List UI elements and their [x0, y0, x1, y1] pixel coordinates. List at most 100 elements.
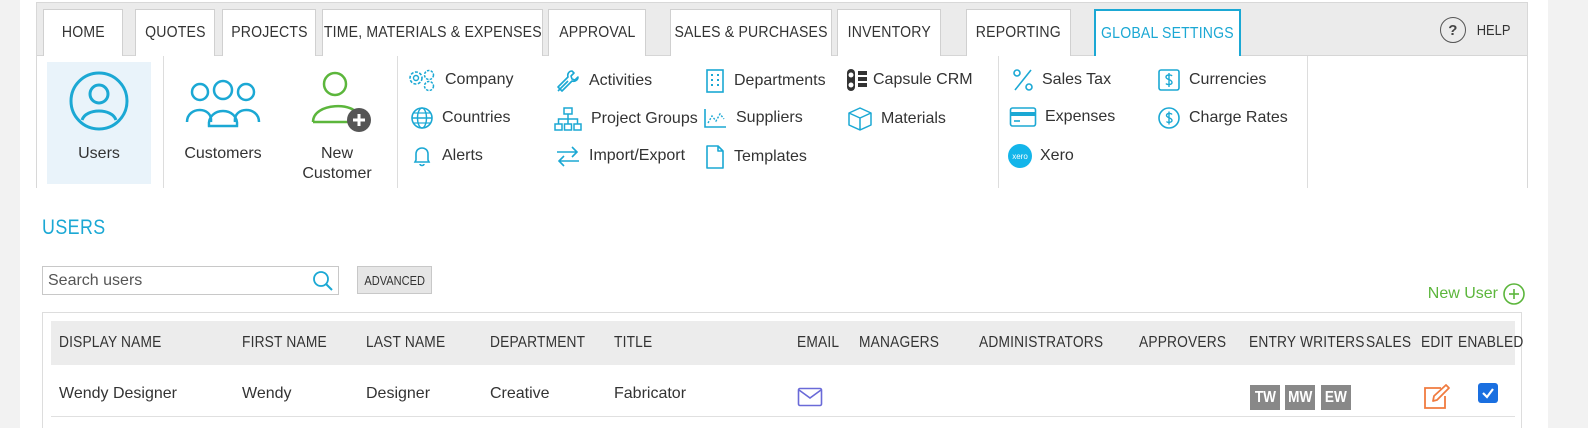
submenu-materials[interactable]: Materials [847, 106, 946, 132]
submenu-currencies-label: Currencies [1189, 71, 1267, 88]
enabled-checkbox[interactable] [1478, 383, 1498, 403]
col-last-name[interactable]: LAST NAME [366, 334, 445, 352]
help-link[interactable]: ? HELP [1439, 17, 1513, 43]
cell-display-name: Wendy Designer [59, 385, 177, 402]
submenu-currencies[interactable]: Currencies [1157, 68, 1266, 92]
submenu-departments[interactable]: Departments [704, 68, 826, 94]
entry-writer-badge-ew[interactable]: EW [1321, 385, 1351, 410]
bell-icon [413, 147, 431, 167]
tab-bar: HOME QUOTES PROJECTS TIME, MATERIALS & E… [37, 3, 1527, 57]
submenu-sales-tax[interactable]: Sales Tax [1012, 68, 1111, 92]
submenu-company[interactable]: Company [407, 68, 513, 92]
group-icon [185, 79, 261, 128]
dollar-note-icon [1158, 69, 1180, 91]
credit-card-icon [1009, 107, 1037, 127]
tab-quotes[interactable]: QUOTES [135, 9, 215, 56]
tab-home[interactable]: HOME [43, 9, 123, 56]
search-box [42, 266, 339, 295]
col-department[interactable]: DEPARTMENT [490, 334, 585, 352]
submenu-activities[interactable]: Activities [555, 68, 652, 94]
globe-icon [411, 107, 433, 129]
col-edit[interactable]: EDIT [1421, 334, 1453, 352]
top-navigation: HOME QUOTES PROJECTS TIME, MATERIALS & E… [36, 2, 1528, 188]
col-administrators[interactable]: ADMINISTRATORS [979, 334, 1103, 352]
col-approvers[interactable]: APPROVERS [1139, 334, 1226, 352]
table-header: DISPLAY NAME FIRST NAME LAST NAME DEPART… [51, 321, 1523, 365]
col-display-name[interactable]: DISPLAY NAME [59, 334, 162, 352]
tab-reporting[interactable]: REPORTING [966, 9, 1071, 56]
gears-icon [409, 69, 435, 92]
submenu-capsule-crm[interactable]: Capsule CRM [845, 67, 973, 93]
col-sales[interactable]: SALES [1366, 334, 1411, 352]
submenu-suppliers[interactable]: Suppliers [702, 106, 803, 130]
submenu-activities-label: Activities [589, 72, 653, 89]
submenu-new-customer[interactable]: New Customer [285, 62, 389, 184]
cell-last-name: Designer [366, 385, 431, 402]
table-row[interactable]: Wendy Designer Wendy Designer Creative F… [51, 369, 1515, 417]
submenu-project-groups-label: Project Groups [591, 110, 698, 127]
tab-approval[interactable]: APPROVAL [548, 9, 646, 56]
advanced-button[interactable]: ADVANCED [357, 266, 432, 294]
email-icon[interactable] [797, 387, 823, 407]
submenu-charge-rates-label: Charge Rates [1189, 109, 1288, 126]
submenu-customers[interactable]: Customers [171, 62, 275, 184]
checkmark-icon [1482, 388, 1494, 399]
percent-icon [1013, 69, 1033, 91]
col-email[interactable]: EMAIL [797, 334, 839, 352]
settings-submenu: Users Customers New Customer Company Cou… [37, 56, 1527, 188]
submenu-users[interactable]: Users [47, 62, 151, 184]
submenu-customers-label: Customers [184, 145, 262, 162]
new-user-button[interactable]: New User [1428, 282, 1526, 306]
divider [397, 56, 398, 188]
tab-projects[interactable]: PROJECTS [222, 9, 316, 56]
submenu-countries-label: Countries [442, 109, 511, 126]
search-input[interactable] [43, 267, 303, 294]
document-icon [706, 145, 724, 169]
submenu-alerts[interactable]: Alerts [410, 144, 483, 168]
user-circle-icon [69, 71, 129, 131]
plus-circle-icon [1503, 283, 1525, 305]
col-first-name[interactable]: FIRST NAME [242, 334, 327, 352]
entry-writer-badge-mw[interactable]: MW [1285, 385, 1315, 410]
submenu-alerts-label: Alerts [442, 147, 483, 164]
tab-inventory[interactable]: INVENTORY [837, 9, 941, 56]
submenu-xero-label: Xero [1040, 147, 1074, 164]
col-entry-writers[interactable]: ENTRY WRITERS [1249, 334, 1365, 352]
entry-writer-badge-tw[interactable]: TW [1250, 385, 1280, 410]
submenu-charge-rates[interactable]: Charge Rates [1157, 106, 1288, 130]
xero-icon: xero [1008, 144, 1032, 168]
edit-icon[interactable] [1421, 383, 1451, 411]
tab-time-materials-expenses[interactable]: TIME, MATERIALS & EXPENSES [322, 9, 543, 56]
cell-department: Creative [490, 385, 550, 402]
tab-global-settings[interactable]: GLOBAL SETTINGS [1094, 9, 1241, 57]
hierarchy-icon [554, 107, 582, 131]
submenu-countries[interactable]: Countries [410, 106, 510, 130]
submenu-templates[interactable]: Templates [704, 144, 807, 170]
submenu-new-customer-label-2: Customer [302, 165, 372, 182]
cell-first-name: Wendy [242, 385, 292, 402]
divider [1307, 56, 1308, 188]
submenu-users-label: Users [78, 145, 120, 162]
col-enabled[interactable]: ENABLED [1458, 334, 1523, 352]
building-icon [706, 69, 724, 93]
divider [998, 56, 999, 188]
question-icon: ? [1439, 17, 1466, 43]
new-user-label: New User [1427, 285, 1498, 302]
cell-title: Fabricator [614, 385, 687, 402]
col-title[interactable]: TITLE [614, 334, 652, 352]
submenu-expenses-label: Expenses [1045, 108, 1116, 125]
submenu-xero[interactable]: xero Xero [1008, 144, 1074, 168]
add-user-icon [311, 71, 371, 132]
submenu-import-export[interactable]: Import/Export [555, 144, 685, 168]
submenu-capsule-crm-label: Capsule CRM [873, 71, 973, 88]
xero-badge-text: xero [1012, 151, 1028, 161]
search-icon[interactable] [312, 270, 334, 292]
capsule-crm-icon [847, 69, 867, 91]
page-title: USERS [42, 216, 106, 239]
submenu-expenses[interactable]: Expenses [1009, 106, 1115, 128]
tab-sales-purchases[interactable]: SALES & PURCHASES [670, 9, 832, 56]
box-icon [848, 107, 872, 131]
submenu-project-groups[interactable]: Project Groups [553, 106, 698, 132]
col-managers[interactable]: MANAGERS [859, 334, 939, 352]
submenu-suppliers-label: Suppliers [736, 109, 803, 126]
